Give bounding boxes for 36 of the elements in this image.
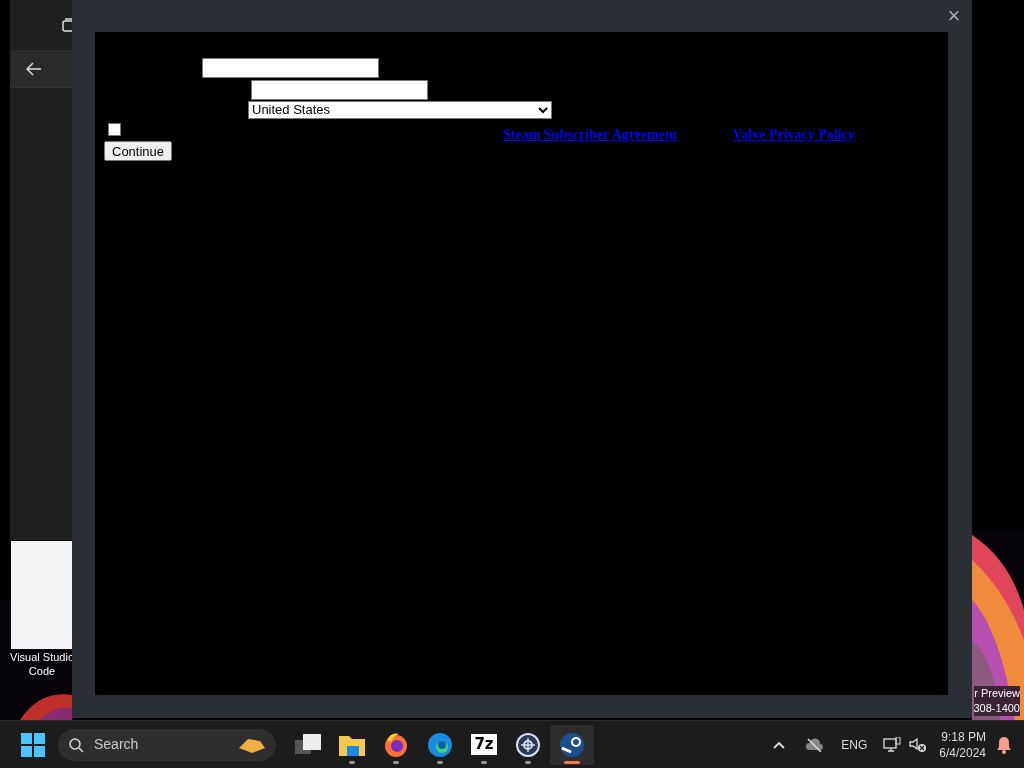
folder-icon [339, 733, 365, 756]
edition-text: 308-1400 [973, 701, 1020, 716]
running-indicator [525, 760, 531, 764]
clock-date[interactable]: 6/4/2024 [939, 744, 986, 761]
windows-icon [295, 733, 321, 756]
wave-circle-icon [427, 731, 453, 758]
edition-text: r Preview [974, 686, 1020, 701]
chevron-up-icon[interactable] [773, 740, 786, 749]
running-indicator [393, 760, 399, 764]
taskbar-app[interactable]: 7z [462, 724, 506, 765]
bell-icon[interactable] [996, 735, 1012, 754]
text-field[interactable] [251, 80, 428, 100]
clock-time[interactable]: 9:18 PM [941, 728, 986, 745]
cloud-off-icon[interactable] [805, 737, 824, 752]
agree-checkbox[interactable] [108, 123, 121, 136]
archive-app-icon: 7z [471, 734, 497, 755]
taskbar-app[interactable] [550, 724, 594, 765]
text-field[interactable] [202, 58, 379, 78]
search-field[interactable]: Search [58, 728, 276, 761]
fox-globe-icon [383, 731, 409, 758]
ring-icon [515, 731, 541, 758]
continue-button[interactable]: Continue [104, 141, 173, 161]
country-select[interactable]: United States [248, 101, 552, 119]
close-button[interactable]: × [940, 2, 968, 30]
running-indicator [437, 760, 443, 764]
language-indicator[interactable]: ENG [841, 735, 868, 754]
speaker-muted-icon[interactable] [909, 736, 928, 753]
steam-icon [559, 731, 585, 758]
back-arrow-icon[interactable] [26, 61, 42, 76]
running-indicator [349, 760, 355, 764]
windows-logo-icon[interactable] [21, 732, 45, 757]
monitor-icon[interactable] [883, 736, 902, 753]
running-indicator [564, 760, 580, 764]
running-indicator [481, 760, 487, 764]
chevron-down-icon [538, 106, 548, 114]
search-icon [68, 736, 84, 753]
